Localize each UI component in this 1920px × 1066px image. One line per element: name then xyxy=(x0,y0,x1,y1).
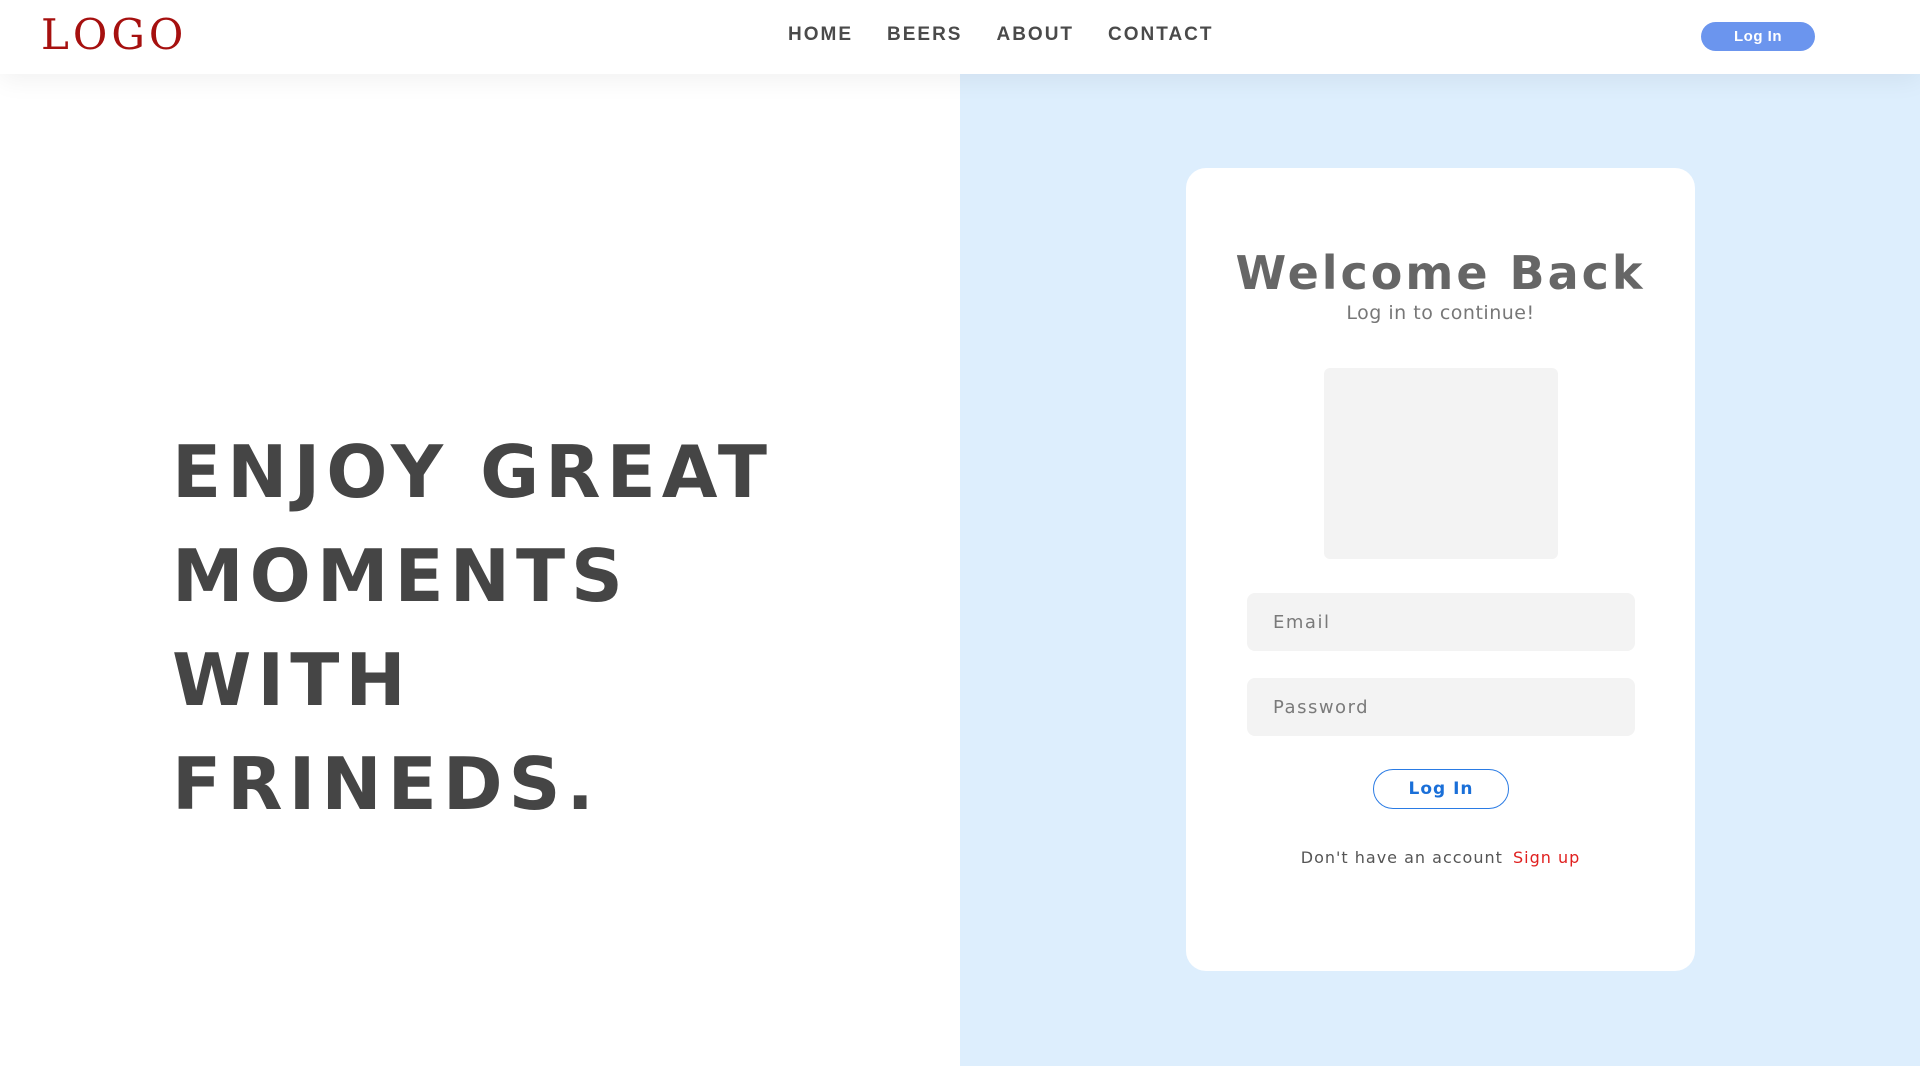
header-login-button[interactable]: Log In xyxy=(1701,22,1815,51)
password-field[interactable] xyxy=(1247,678,1635,736)
login-submit-button[interactable]: Log In xyxy=(1373,769,1509,809)
nav-beers[interactable]: BEERS xyxy=(887,24,962,46)
hero-line: FRINEDS. xyxy=(172,742,600,826)
hero-line: ENJOY GREAT xyxy=(172,430,774,514)
login-title: Welcome Back xyxy=(1235,246,1646,300)
nav-about[interactable]: ABOUT xyxy=(996,24,1074,46)
hero-heading: ENJOY GREAT MOMENTS WITH FRINEDS. xyxy=(172,420,892,836)
signup-link[interactable]: Sign up xyxy=(1513,848,1580,867)
login-subtitle: Log in to continue! xyxy=(1346,302,1535,324)
logo[interactable]: LOGO xyxy=(41,10,187,59)
hero-line: MOMENTS WITH xyxy=(172,534,629,722)
nav-contact[interactable]: CONTACT xyxy=(1108,24,1213,46)
nav-home[interactable]: HOME xyxy=(788,24,853,46)
login-card: Welcome Back Log in to continue! Log In … xyxy=(1186,168,1695,971)
image-placeholder xyxy=(1324,368,1558,559)
top-navbar: LOGO HOME BEERS ABOUT CONTACT Log In xyxy=(0,0,1920,74)
email-field[interactable] xyxy=(1247,593,1635,651)
no-account-text: Don't have an account xyxy=(1300,848,1503,867)
signup-prompt: Don't have an account Sign up xyxy=(1186,848,1695,867)
main-nav: HOME BEERS ABOUT CONTACT xyxy=(788,24,1214,46)
hero-panel: ENJOY GREAT MOMENTS WITH FRINEDS. xyxy=(0,0,960,1066)
